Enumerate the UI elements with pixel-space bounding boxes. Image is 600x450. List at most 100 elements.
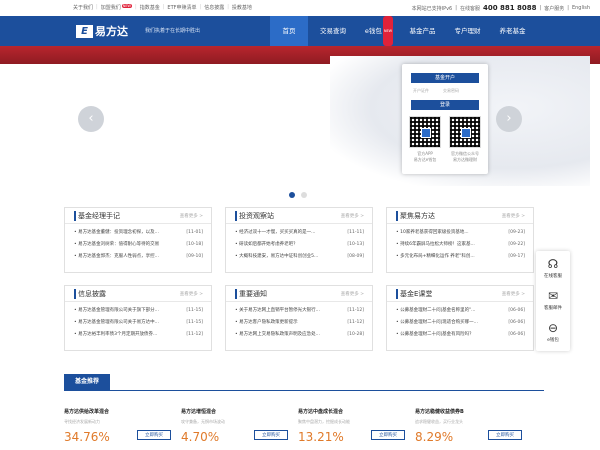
news-title[interactable]: 易方达基金董健：投资理念初探，以及... <box>78 227 186 239</box>
fund-name[interactable]: 易方达中盘成长混合 <box>298 408 410 415</box>
customer-service-link[interactable]: 客户服务 <box>544 5 564 12</box>
top-right: 本网站已支持IPv6 | 在线客服 400 881 8088 | 客户服务 | Eng… <box>411 4 590 12</box>
news-title[interactable]: 易方达基金郭杰：克服人性弱点，享控... <box>78 251 186 263</box>
fund-slogan: 追求稳健收益，买行业龙头 <box>415 419 463 424</box>
news-title[interactable]: 易方达基金管理有限公司关于旗下部分... <box>78 305 186 317</box>
nav-item-home[interactable]: 首页 <box>270 16 308 46</box>
banner-next-arrow[interactable]: › <box>496 106 522 132</box>
login-button[interactable]: 登录 <box>411 100 479 110</box>
news-panel: 投资观察站 查看更多 > • 经济过双十一才慢，买买买真的是一... [11-11] •… <box>225 207 373 273</box>
news-item[interactable]: • 多元化布局+精细化运作 养老"科创... [09-17] <box>396 251 525 263</box>
nav-item-ewallet[interactable]: e钱包 NEW <box>358 16 400 46</box>
news-date: [09-10] <box>186 254 203 259</box>
news-item[interactable]: • 易方达网上交易隐私政策声明及应急处... [10-28] <box>235 329 364 341</box>
news-title[interactable]: 经济过双十一才慢，买买买真的是一... <box>239 227 347 239</box>
panel-header: 聚焦易方达 查看更多 > <box>387 208 533 224</box>
ewallet-link[interactable]: ⊖ e钱包 <box>536 321 570 343</box>
news-title[interactable]: 易方达基金刘树荣：值得耐心等待的交易 <box>78 239 186 251</box>
news-title[interactable]: 持续6年霸屏马拉松大师榜！这家基... <box>400 239 508 251</box>
nav-item-fund-products[interactable]: 基金产品 <box>400 16 445 46</box>
news-panel: 基金E课堂 查看更多 > • 公募基金理财二十问|基金名称里的"... [06-06]… <box>386 285 534 351</box>
news-item[interactable]: • 研读如后都开始考虑养老吧？ [10-13] <box>235 239 364 251</box>
news-panel: 信息披露 查看更多 > • 易方达基金管理有限公司关于旗下部分... [11-15] •… <box>64 285 212 351</box>
nav-item-private-wealth[interactable]: 专户理财 <box>445 16 490 46</box>
news-item[interactable]: • 公募基金理财二十问|基金有风险吗？ [06-06] <box>396 329 525 341</box>
news-item[interactable]: • 易方达基金刘树荣：值得耐心等待的交易 [10-18] <box>74 239 203 251</box>
panel-title: 重要通知 <box>235 289 267 299</box>
top-link[interactable]: 投教基地 <box>232 4 252 11</box>
nav-item-trade-query[interactable]: 交易查询 <box>308 16 358 46</box>
carousel-dots <box>289 192 307 198</box>
buy-now-button[interactable]: 立即购买 <box>488 430 522 440</box>
news-item[interactable]: • 10家养老基获得回家级投资基地... [09-23] <box>396 227 525 239</box>
carousel-dot[interactable] <box>289 192 295 198</box>
fund-name[interactable]: 易方达稳健收益债券B <box>415 408 527 415</box>
fund-return: 4.70% <box>181 430 220 444</box>
news-title[interactable]: 公募基金理财二十问|基金名称里的"... <box>400 305 508 317</box>
online-service[interactable]: ☊ 在线客服 <box>536 257 570 279</box>
nav-item-pension-fund[interactable]: 养老基金 <box>490 16 535 46</box>
panel-header: 基金E课堂 查看更多 > <box>387 286 533 302</box>
top-link[interactable]: 关于我们 <box>73 4 93 11</box>
headset-icon: ☊ <box>547 257 559 271</box>
more-link[interactable]: 查看更多 > <box>341 291 364 297</box>
password-field[interactable]: 交易密码 <box>443 88 459 94</box>
more-link[interactable]: 查看更多 > <box>502 291 525 297</box>
more-link[interactable]: 查看更多 > <box>180 291 203 297</box>
online-service-label: 在线客服 <box>544 274 562 279</box>
more-link[interactable]: 查看更多 > <box>502 213 525 219</box>
news-date: [09-22] <box>508 242 525 247</box>
news-title[interactable]: 易方达网上交易隐私政策声明及应急处... <box>239 329 347 341</box>
news-panel: 重要通知 查看更多 > • 关于易方达网上直销平台暂停光大银行... [11-12] •… <box>225 285 373 351</box>
news-title[interactable]: 易方达客户隐私政策更新提示 <box>239 317 347 329</box>
news-item[interactable]: • 关于易方达网上直销平台暂停光大银行... [11-12] <box>235 305 364 317</box>
app-qr-caption: 官方APP 易方达e钱包 <box>413 151 437 162</box>
panel-title: 基金经理手记 <box>74 211 120 221</box>
news-item[interactable]: • 易方达基金管理有限公司关于旗下部分... [11-15] <box>74 305 203 317</box>
id-type-field[interactable]: 开户证件 <box>413 88 429 94</box>
more-link[interactable]: 查看更多 > <box>341 213 364 219</box>
news-title[interactable]: 关于易方达网上直销平台暂停光大银行... <box>239 305 347 317</box>
news-item[interactable]: • 易方达基金董健：投资理念初探，以及... [11-01] <box>74 227 203 239</box>
english-link[interactable]: English <box>572 5 590 11</box>
buy-now-button[interactable]: 立即购买 <box>371 430 405 440</box>
news-item[interactable]: • 易方达基金管理有限公司关于易方达中... [11-15] <box>74 317 203 329</box>
banner-prev-arrow[interactable]: ‹ <box>78 106 104 132</box>
news-item[interactable]: • 易方达客户隐私政策更新提示 [11-12] <box>235 317 364 329</box>
news-item[interactable]: • 经济过双十一才慢，买买买真的是一... [11-11] <box>235 227 364 239</box>
top-link[interactable]: 指数基金 <box>140 4 160 11</box>
news-title[interactable]: 易方达裕丰利率债3个月定期开放债券... <box>78 329 186 341</box>
open-account-button[interactable]: 基金开户 <box>411 73 479 83</box>
news-title[interactable]: 公募基金理财二十问|现适合购买哪一... <box>400 317 508 329</box>
fund-name[interactable]: 易方达增恒混合 <box>181 408 293 415</box>
news-item[interactable]: • 持续6年霸屏马拉松大师榜！这家基... [09-22] <box>396 239 525 251</box>
top-link[interactable]: 信息披露 <box>204 4 224 11</box>
ipv6-note: 本网站已支持IPv6 <box>411 5 453 12</box>
news-item[interactable]: • 大概科技建安，易方达中证科创创业5... [08-09] <box>235 251 364 263</box>
top-links: 关于我们 | 加盟我们 NEW | 指数基金 | ETF申赎清单 | 信息披露 | 投教基地 <box>73 4 252 11</box>
news-title[interactable]: 易方达基金管理有限公司关于易方达中... <box>78 317 186 329</box>
top-link[interactable]: ETF申赎清单 <box>167 4 196 11</box>
buy-now-button[interactable]: 立即购买 <box>137 430 171 440</box>
news-title[interactable]: 研读如后都开始考虑养老吧？ <box>239 239 347 251</box>
news-title[interactable]: 大概科技建安，易方达中证科创创业5... <box>239 251 347 263</box>
buy-now-button[interactable]: 立即购买 <box>254 430 288 440</box>
news-title[interactable]: 10家养老基获得回家级投资基地... <box>400 227 508 239</box>
app-qr-code <box>409 116 441 148</box>
news-title[interactable]: 多元化布局+精细化运作 养老"科创... <box>400 251 508 263</box>
top-link[interactable]: 加盟我们 NEW <box>101 4 133 11</box>
fund-name[interactable]: 易方达供给改革混合 <box>64 408 176 415</box>
slogan: 我们执着于在长期中胜出 <box>145 28 201 34</box>
fund-return: 8.29% <box>415 430 454 444</box>
fund-card: 易方达稳健收益债券B 追求稳健收益，买行业龙头 8.29% 立即购买 <box>415 408 527 444</box>
logo[interactable]: E 易方达 <box>76 23 128 39</box>
more-link[interactable]: 查看更多 > <box>180 213 203 219</box>
news-title[interactable]: 公募基金理财二十问|基金有风险吗？ <box>400 329 508 341</box>
news-item[interactable]: • 易方达裕丰利率债3个月定期开放债券... [11-12] <box>74 329 203 341</box>
news-item[interactable]: • 公募基金理财二十问|基金名称里的"... [06-06] <box>396 305 525 317</box>
logo-mark: E <box>76 24 93 38</box>
news-item[interactable]: • 公募基金理财二十问|现适合购买哪一... [06-06] <box>396 317 525 329</box>
service-email[interactable]: ✉ 客服邮件 <box>536 289 570 311</box>
carousel-dot[interactable] <box>301 192 307 198</box>
news-item[interactable]: • 易方达基金郭杰：克服人性弱点，享控... [09-10] <box>74 251 203 263</box>
